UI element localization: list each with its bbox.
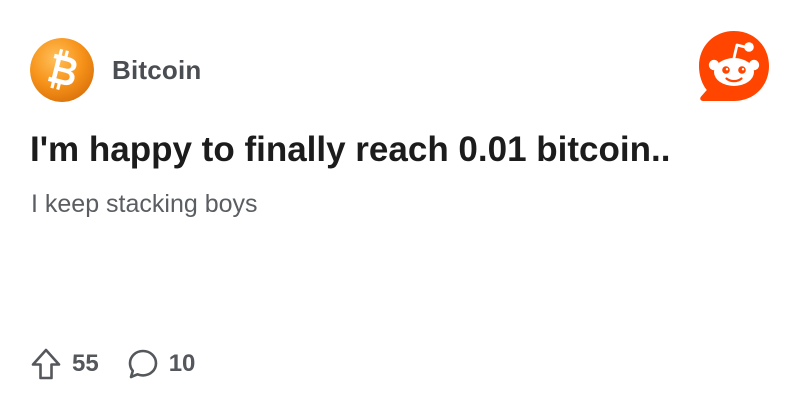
post-body: I keep stacking boys (31, 190, 258, 218)
comment-bubble-icon (128, 349, 158, 379)
post-title[interactable]: I'm happy to finally reach 0.01 bitcoin.… (30, 128, 770, 172)
comments-button[interactable]: 10 (127, 348, 196, 380)
upvote-arrow-icon[interactable] (30, 347, 62, 381)
bitcoin-logo-icon[interactable] (30, 38, 94, 102)
reddit-snoo-icon[interactable] (697, 29, 771, 103)
community-name[interactable]: Bitcoin (112, 55, 202, 86)
comment-count: 10 (168, 350, 196, 377)
post-actions: 55 10 (30, 345, 195, 383)
upvote-button[interactable]: 55 (30, 347, 99, 381)
upvote-count: 55 (72, 350, 99, 377)
post-card: Bitcoin I'm happy to finally reach 0.01 … (0, 0, 800, 417)
post-header: Bitcoin (30, 38, 202, 102)
